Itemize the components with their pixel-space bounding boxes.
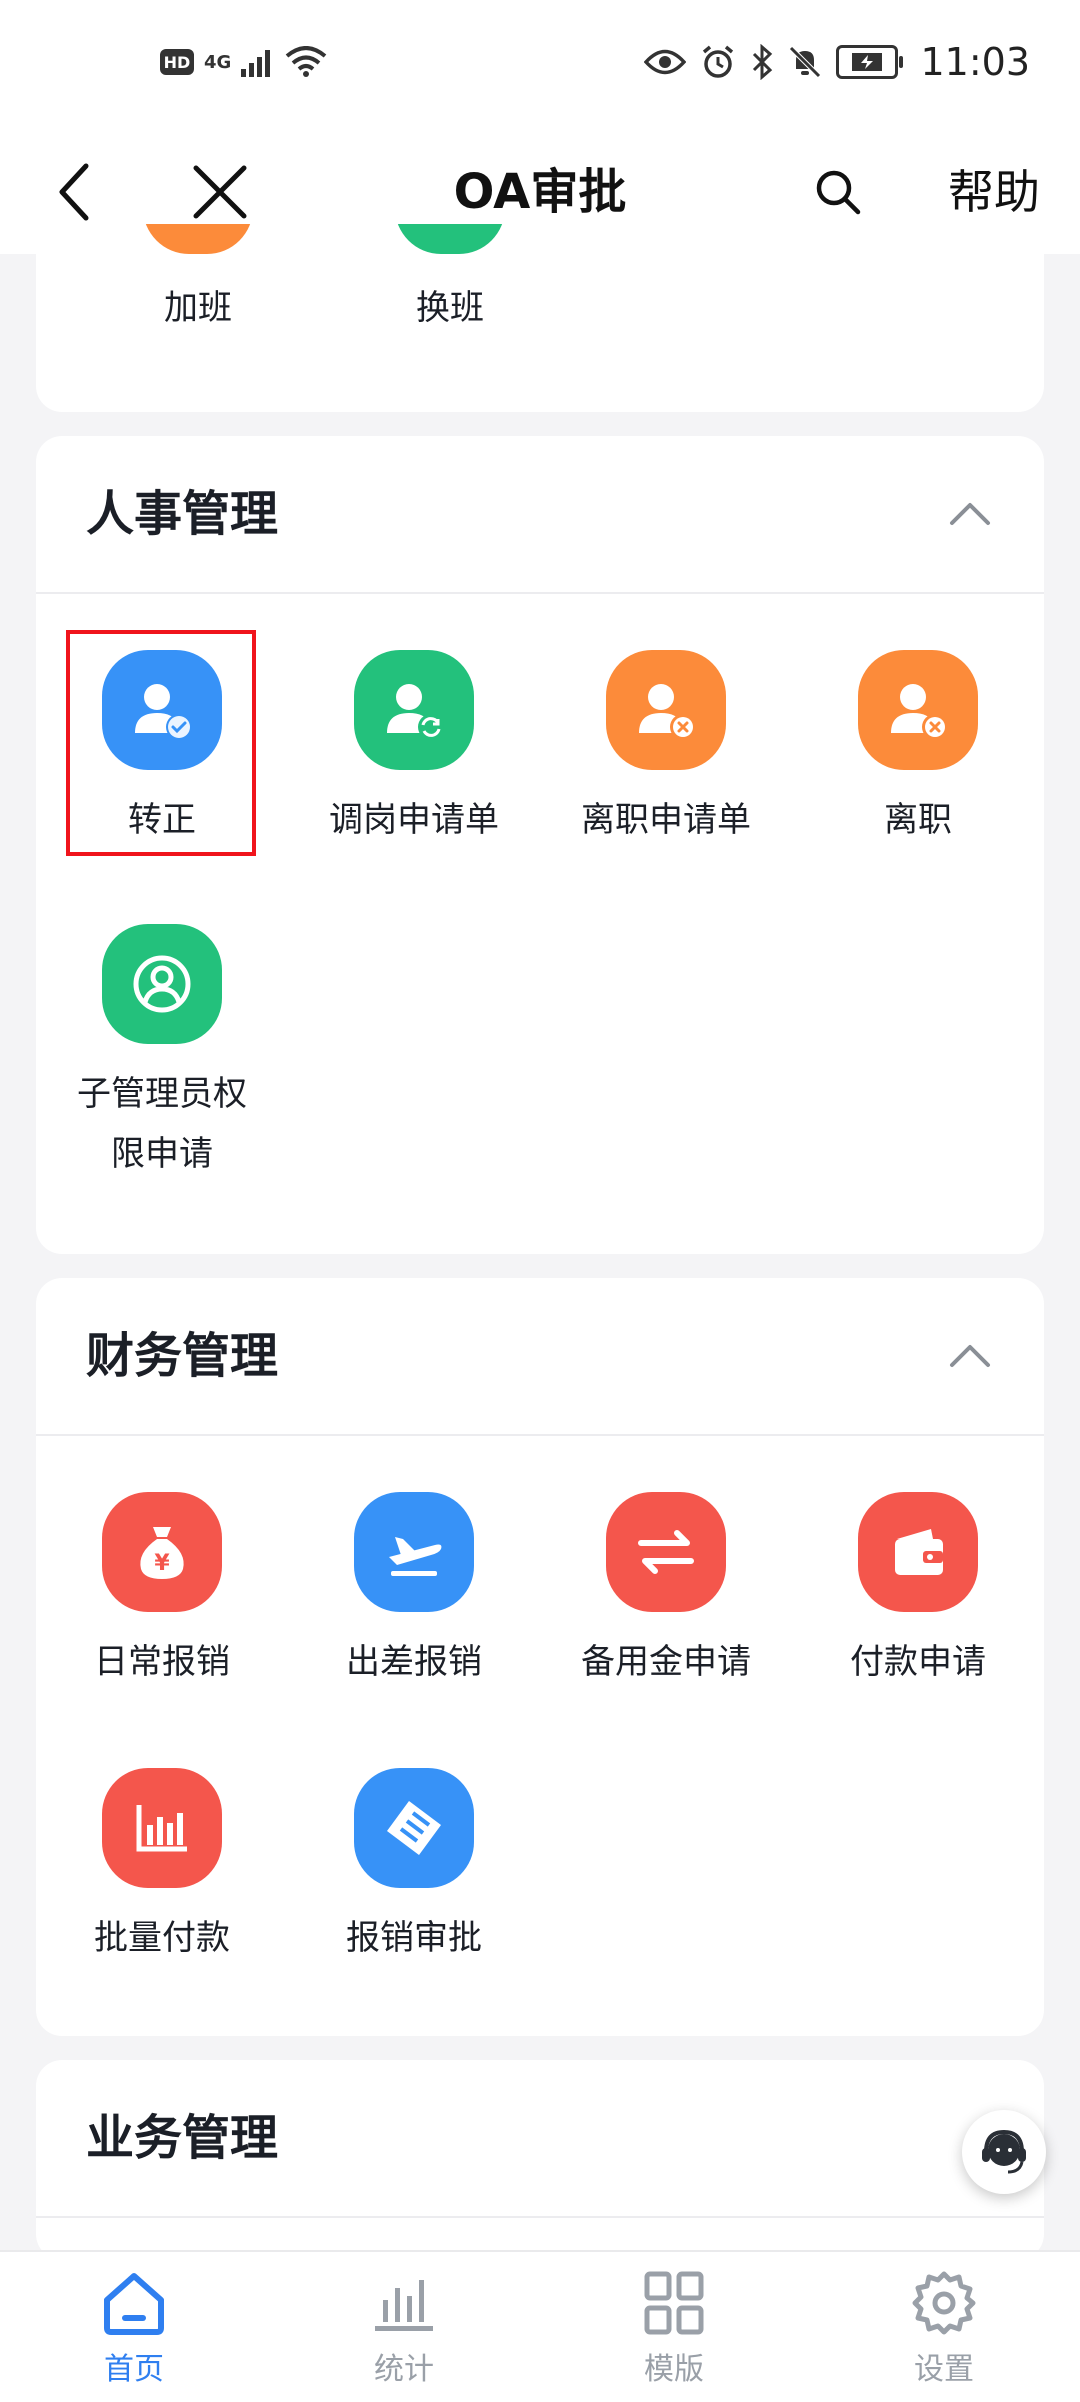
nav-home[interactable]: 首页 [44,2268,224,2388]
shift-swap-icon-partial [390,224,510,254]
resignation-item[interactable]: 离职 [792,650,1044,850]
user-remove-icon [606,650,726,770]
network-label: 4G [204,51,232,73]
nav-statistics-label: 统计 [374,2352,434,2387]
batch-payment-label: 批量付款 [94,1918,230,1958]
status-bar: HD 4G 11:03 [0,0,1080,130]
admin-permission-icon [102,924,222,1044]
airplane-icon [354,1492,474,1612]
close-button[interactable] [186,158,254,226]
transfer-request-item[interactable]: 调岗申请单 [288,650,540,850]
overtime-label: 加班 [164,288,232,328]
payment-request-label: 付款申请 [850,1642,986,1682]
petty-cash-item[interactable]: 备用金申请 [540,1492,792,1692]
nav-settings[interactable]: 设置 [854,2268,1034,2388]
signal-icon [241,50,271,77]
mute-icon [789,46,822,78]
hd-badge: HD [160,49,194,75]
business-card-header[interactable]: 业务管理 [36,2060,1044,2218]
business-title: 业务管理 [86,2110,279,2166]
partial-card: 加班 换班 [36,224,1044,412]
status-right: 11:03 [644,40,1030,84]
hr-card-header[interactable]: 人事管理 [36,436,1044,594]
petty-cash-label: 备用金申请 [581,1642,751,1682]
payment-request-item[interactable]: 付款申请 [792,1492,1044,1692]
nav-templates[interactable]: 模版 [584,2268,764,2388]
status-left: HD 4G [160,46,327,78]
hr-collapse-button[interactable] [940,484,1000,544]
sub-admin-permission-label: 子管理员权限申请 [77,1074,247,1174]
nav-statistics[interactable]: 统计 [314,2268,494,2388]
search-icon [816,170,861,215]
status-time: 11:03 [920,40,1030,84]
hr-title: 人事管理 [86,486,279,542]
bottom-nav: 首页 统计 模版 设置 [0,2250,1080,2402]
chevron-up-icon [950,1345,990,1367]
resignation-label: 离职 [884,800,952,840]
reimbursement-approval-label: 报销审批 [346,1918,482,1958]
sub-admin-permission-item[interactable]: 子管理员权限申请 [36,924,288,1184]
nav-home-label: 首页 [104,2352,164,2387]
daily-reimbursement-item[interactable]: ¥ 日常报销 [36,1492,288,1692]
finance-card-header[interactable]: 财务管理 [36,1278,1044,1436]
battery-icon [836,45,904,79]
svg-text:¥: ¥ [154,1551,170,1576]
user-transfer-icon [354,650,474,770]
back-arrow-icon [59,163,89,221]
finance-title: 财务管理 [86,1328,279,1384]
back-button[interactable] [40,158,108,226]
resignation-request-label: 离职申请单 [581,800,751,840]
travel-reimbursement-item[interactable]: 出差报销 [288,1492,540,1692]
home-icon [104,2273,164,2335]
bluetooth-icon [753,44,773,80]
resignation-request-item[interactable]: 离职申请单 [540,650,792,850]
daily-reimbursement-label: 日常报销 [94,1642,230,1682]
bar-chart-icon [102,1768,222,1888]
grid-icon [644,2271,704,2335]
highlight-box [66,630,256,856]
gear-icon [912,2271,976,2335]
nav-templates-label: 模版 [644,2352,704,2387]
user-remove-icon [858,650,978,770]
finance-card: 财务管理 ¥ 日常报销 出差报销 备用金申请 付款申请 批量付款 报销审批 [36,1278,1044,2036]
reimbursement-approval-item[interactable]: 报销审批 [288,1768,540,1968]
shift-swap-item[interactable]: 换班 [324,224,576,338]
travel-reimbursement-label: 出差报销 [346,1642,482,1682]
close-icon [193,165,247,219]
finance-collapse-button[interactable] [940,1326,1000,1386]
exchange-icon [606,1492,726,1612]
transfer-request-label: 调岗申请单 [329,800,499,840]
wifi-icon [286,46,327,77]
help-button[interactable]: 帮助 [948,158,1040,226]
wallet-icon [858,1492,978,1612]
eye-icon [644,49,687,75]
search-button[interactable] [804,158,872,226]
batch-payment-item[interactable]: 批量付款 [36,1768,288,1968]
page-title: OA审批 [453,164,627,220]
shift-swap-label: 换班 [416,288,484,328]
headset-icon [982,2129,1026,2174]
statistics-icon [375,2280,433,2331]
chevron-up-icon [950,503,990,525]
overtime-icon-partial [138,224,258,254]
overtime-item[interactable]: 加班 [72,224,324,338]
ticket-icon [354,1768,474,1888]
customer-service-button[interactable] [962,2110,1046,2194]
alarm-icon [703,45,734,78]
business-card: 业务管理 [36,2060,1044,2260]
money-bag-icon: ¥ [102,1492,222,1612]
nav-settings-label: 设置 [914,2352,974,2387]
